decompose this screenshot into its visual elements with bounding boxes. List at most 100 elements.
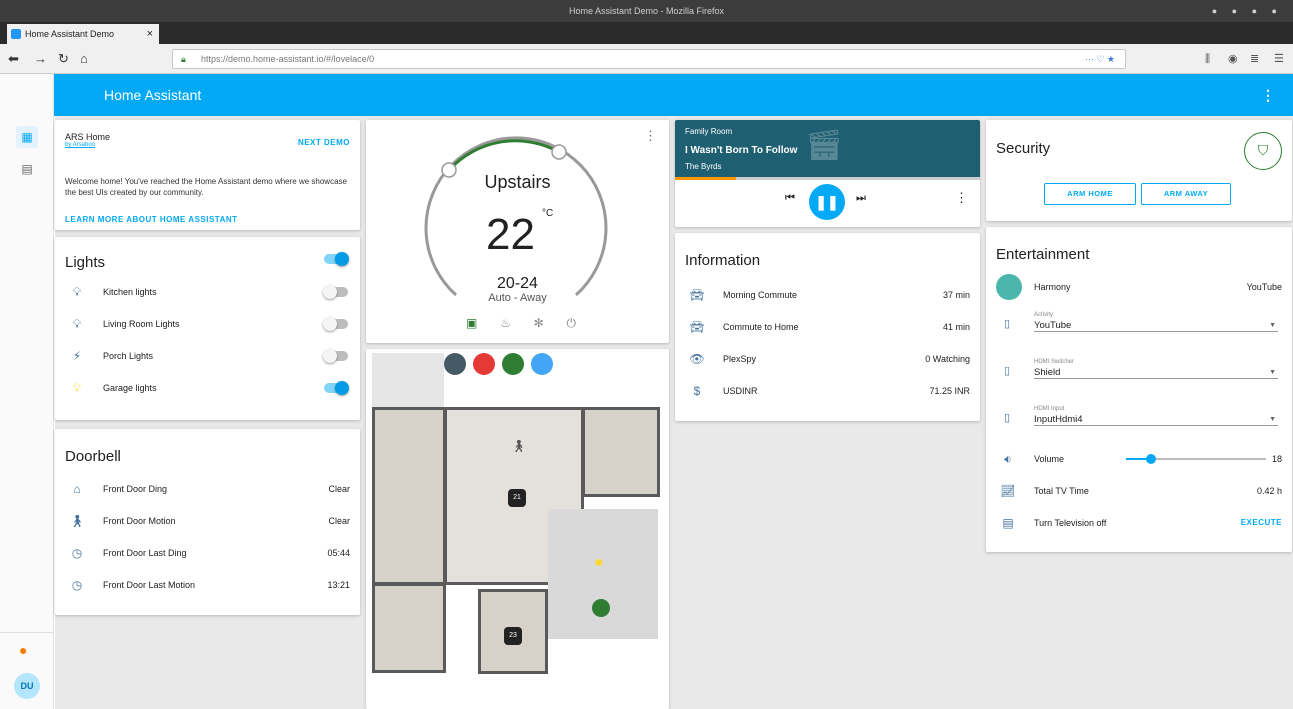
volume-label: Volume	[1034, 454, 1065, 464]
light-label: Garage lights	[103, 383, 157, 393]
url-bar[interactable]: 🔒︎ https://demo.home-assistant.io/#/lovel…	[172, 49, 1126, 69]
doorbell-card: Doorbell ⌂ Front Door Ding Clear 🚶︎ Front Do…	[55, 429, 360, 615]
light-toggle[interactable]	[323, 349, 348, 363]
info-label: Commute to Home	[723, 322, 799, 332]
page-actions-icon[interactable]: ··· ♡ ★	[1085, 50, 1115, 68]
volume-row: 🔉︎ Volume 18	[986, 449, 1292, 469]
thermostat-menu-icon[interactable]: ⋮	[644, 128, 657, 144]
garage-door-icon[interactable]	[592, 599, 610, 617]
light-row[interactable]: 💡︎ Kitchen lights	[55, 282, 360, 302]
auto-mode-icon[interactable]: ▣	[466, 316, 477, 331]
volume-handle[interactable]	[1146, 454, 1157, 464]
back-button[interactable]: ⬅	[8, 44, 19, 74]
home-button[interactable]: ⌂	[80, 44, 88, 74]
nav-toolbar: ⬅ → ↻ ⌂ 🔒︎ https://demo.home-assistant.io…	[0, 44, 1293, 74]
browser-tab[interactable]: Home Assistant Demo ×	[7, 24, 159, 44]
media-progress-track[interactable]	[675, 177, 980, 180]
app-menu-icon[interactable]: ⋮	[1261, 74, 1275, 116]
cool-mode-icon[interactable]: ✻	[534, 316, 544, 331]
url-text[interactable]: https://demo.home-assistant.io/#/lovelac…	[201, 54, 374, 64]
light-toggle[interactable]	[323, 317, 348, 331]
media-menu-icon[interactable]: ⋮	[955, 190, 968, 206]
doorbell-label: Front Door Ding	[103, 484, 168, 494]
doorbell-title: Doorbell	[65, 448, 121, 465]
script-icon: ▤	[1002, 516, 1014, 530]
next-track-icon[interactable]: ⏭	[856, 192, 866, 205]
hdmi-switcher-select[interactable]: HDMI Switcher Shield ▼	[1034, 359, 1278, 379]
execute-button[interactable]: EXECUTE	[1241, 513, 1282, 533]
window-controls[interactable]: ● ● ● ●	[1212, 0, 1283, 22]
info-row[interactable]: 🚘︎ Morning Commute 37 min	[675, 285, 980, 305]
activity-select[interactable]: Activity YouTube ▼	[1034, 312, 1278, 332]
lock-badge-icon[interactable]	[502, 353, 524, 375]
reload-button[interactable]: ↻	[58, 44, 69, 74]
library-icon[interactable]: ⫼	[1205, 44, 1210, 74]
sidebar-logbook-icon[interactable]: ▤	[16, 158, 38, 180]
doorbell-row[interactable]: ◷ Front Door Last Ding 05:44	[55, 543, 360, 563]
reader-icon[interactable]: ≣	[1250, 44, 1259, 74]
info-row[interactable]: 🚘︎ Commute to Home 41 min	[675, 317, 980, 337]
light-row[interactable]: ⚡︎ Porch Lights	[55, 346, 360, 366]
learn-more-link[interactable]: LEARN MORE ABOUT HOME ASSISTANT	[65, 215, 238, 224]
sidebar: ▦ ▤ ● DU	[0, 74, 54, 709]
sidebar-overview-icon[interactable]: ▦	[16, 126, 38, 148]
notifications-icon[interactable]: ●	[19, 642, 35, 658]
prev-track-icon[interactable]: ⏮	[785, 192, 795, 205]
room-office[interactable]	[372, 583, 446, 673]
light-label: Living Room Lights	[103, 319, 180, 329]
sync-icon[interactable]: ◉	[1228, 44, 1238, 74]
lights-master-toggle[interactable]	[324, 252, 349, 266]
arm-home-button[interactable]: ARM HOME	[1044, 183, 1136, 205]
volume-slider[interactable]	[1126, 454, 1266, 464]
tv-icon[interactable]	[473, 353, 495, 375]
thermostat-high-handle[interactable]	[551, 144, 567, 160]
harmony-row[interactable]: Harmony YouTube	[986, 274, 1292, 300]
heat-mode-icon[interactable]: ♨︎	[500, 316, 511, 331]
room-garage[interactable]	[548, 509, 658, 639]
room-kitchen[interactable]	[372, 407, 446, 585]
light-toggle[interactable]	[324, 381, 349, 395]
activity-caption: Activity	[1034, 312, 1054, 318]
doorbell-row[interactable]: 🚶︎ Front Door Motion Clear	[55, 511, 360, 531]
close-tab-icon[interactable]: ×	[147, 24, 153, 44]
camera-icon[interactable]	[444, 353, 466, 375]
doorbell-row[interactable]: ◷ Front Door Last Motion 13:21	[55, 575, 360, 595]
arm-away-button[interactable]: ARM AWAY	[1141, 183, 1231, 205]
thermostat-badge[interactable]: 21	[508, 489, 526, 507]
lights-title: Lights	[65, 254, 106, 271]
forward-button[interactable]: →	[34, 44, 47, 74]
security-card: Security ⛉ ARM HOME ARM AWAY	[986, 120, 1292, 221]
shield-icon[interactable]: ⛉	[1244, 132, 1282, 170]
user-avatar[interactable]: DU	[14, 673, 40, 699]
room-bath[interactable]	[582, 407, 660, 497]
intro-author-link[interactable]: by Arsaboo	[65, 142, 95, 148]
info-value: 71.25 INR	[929, 386, 970, 396]
doorbell-row[interactable]: ⌂ Front Door Ding Clear	[55, 479, 360, 499]
thermostat-badge[interactable]: 23	[504, 627, 522, 645]
garage-light-icon[interactable]: ●	[594, 554, 604, 572]
hdmi-input-select[interactable]: HDMI Input InputHdmi4 ▼	[1034, 406, 1278, 426]
info-row[interactable]: 👁︎ PlexSpy 0 Watching	[675, 349, 980, 369]
tv-time-label: Total TV Time	[1034, 486, 1089, 496]
info-label: Morning Commute	[723, 290, 798, 300]
light-row[interactable]: 💡︎ Living Room Lights	[55, 314, 360, 334]
pause-button[interactable]: ❚❚	[809, 184, 845, 220]
light-toggle[interactable]	[323, 285, 348, 299]
tv-off-row: ▤ Turn Television off EXECUTE	[986, 513, 1292, 533]
flash-icon: ⚡︎	[72, 349, 82, 363]
doorbell-value: 13:21	[327, 580, 350, 590]
window-title: Home Assistant Demo - Mozilla Firefox	[568, 6, 725, 16]
info-title: Information	[685, 252, 761, 269]
light-row[interactable]: 💡︎ Garage lights	[55, 378, 360, 398]
info-value: 37 min	[942, 290, 970, 300]
light-label: Kitchen lights	[103, 287, 157, 297]
harmony-label: Harmony	[1034, 282, 1071, 292]
info-row[interactable]: $ USDINR 71.25 INR	[675, 381, 980, 401]
power-icon[interactable]: ⏻	[566, 316, 576, 331]
next-demo-button[interactable]: NEXT DEMO	[298, 138, 350, 147]
intro-text: Welcome home! You've reached the Home As…	[65, 177, 347, 197]
volume-icon: 🔉︎	[1004, 452, 1012, 466]
home-badge-icon[interactable]	[531, 353, 553, 375]
hamburger-menu-icon[interactable]: ☰	[1274, 44, 1284, 74]
media-header: Family Room I Wasn't Born To Follow The …	[675, 120, 980, 177]
